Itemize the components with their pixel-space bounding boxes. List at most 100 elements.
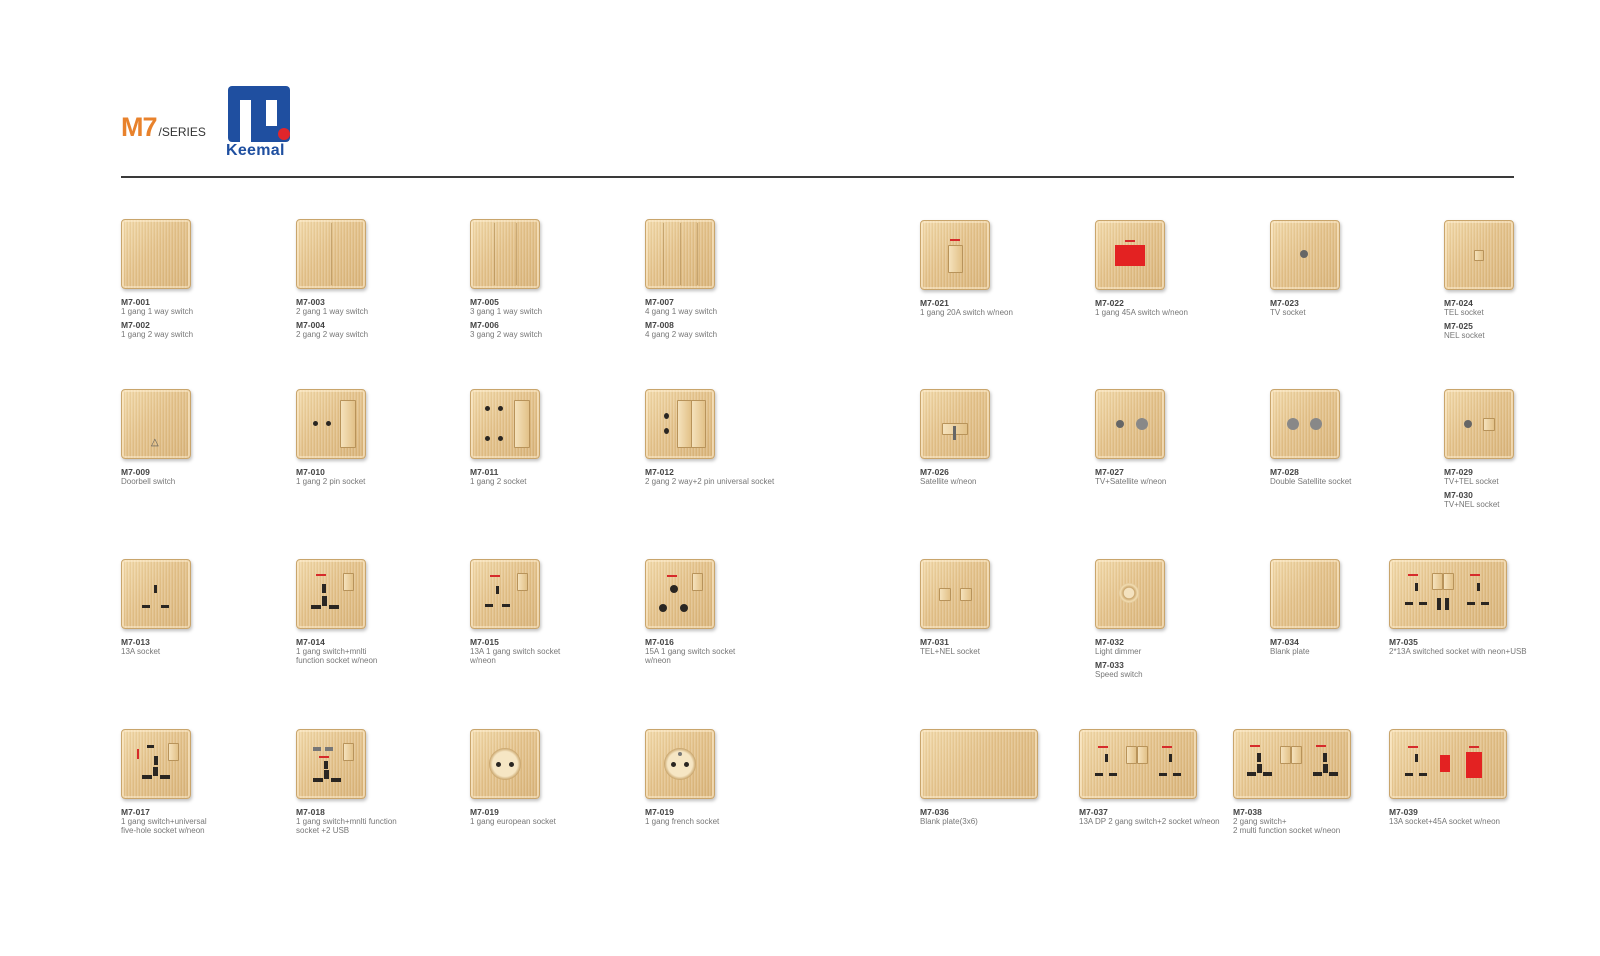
product-desc: five-hole socket w/neon [121,826,205,835]
switch-45a-neon-icon [1095,220,1165,290]
tv-tel-socket-icon [1444,389,1514,459]
product-code: M7-012 [645,467,674,477]
blank-plate-3x6-icon [920,729,1038,799]
tel-socket-icon [1444,220,1514,290]
socket-2-pin-icon [296,389,366,459]
switch-socket-13a-icon [470,559,540,629]
product-code: M7-009 [121,467,150,477]
product-desc: 13A 1 gang switch socket [470,647,561,656]
product-desc: NEL socket [1444,331,1485,340]
product-code: M7-033 [1095,660,1124,670]
double-switch-multi-socket-icon [1233,729,1351,799]
product-desc: 4 gang 2 way switch [645,330,718,339]
product-m7-005: M7-005 3 gang 1 way switch M7-006 3 gang… [470,219,542,339]
product-desc: 2 gang 2 way+2 pin universal socket [645,477,775,486]
product-desc: 1 gang 2 way switch [121,330,194,339]
product-desc: socket +2 USB [296,826,350,835]
series-code: M7 [121,112,158,142]
product-code: M7-024 [1444,298,1473,308]
product-desc: 2*13A switched socket with neon+USB [1389,647,1527,656]
product-desc: 13A socket [121,647,161,656]
product-code: M7-035 [1389,637,1418,647]
blank-plate-icon [1270,559,1340,629]
product-code: M7-006 [470,320,499,330]
product-desc: Satellite w/neon [920,477,977,486]
product-desc: 2 gang 1 way switch [296,307,369,316]
brand-logo: Keemal [226,86,298,162]
product-code: M7-025 [1444,321,1473,331]
product-code: M7-010 [296,467,325,477]
product-m7-014: M7-014 1 gang switch+mnlti function sock… [296,559,377,665]
product-code: M7-007 [645,297,674,307]
product-desc: function socket w/neon [296,656,378,665]
product-code: M7-023 [1270,298,1299,308]
product-desc: 1 gang switch+mnlti [296,647,367,656]
product-m7-003: M7-003 2 gang 1 way switch M7-004 2 gang… [296,219,368,339]
product-m7-001: M7-001 1 gang 1 way switch M7-002 1 gang… [121,219,193,339]
product-desc: w/neon [470,656,496,665]
product-m7-036: M7-036 Blank plate(3x6) [920,729,1038,826]
product-code: M7-005 [470,297,499,307]
product-code: M7-008 [645,320,674,330]
product-m7-021: M7-021 1 gang 20A switch w/neon [920,220,1013,317]
product-m7-035: M7-035 2*13A switched socket with neon+U… [1389,559,1527,656]
light-dimmer-icon [1095,559,1165,629]
product-code: M7-013 [121,637,150,647]
logo-dot-icon [278,128,290,140]
product-desc: 2 multi function socket w/neon [1233,826,1341,835]
product-desc: 15A 1 gang switch socket [645,647,736,656]
product-code: M7-011 [470,467,499,477]
switch-multi-socket-usb-icon [296,729,366,799]
product-m7-019-european: M7-019 1 gang european socket [470,729,556,826]
product-code: M7-038 [1233,807,1262,817]
double-satellite-socket-icon [1270,389,1340,459]
product-m7-011: M7-011 1 gang 2 socket [470,389,540,486]
product-code: M7-031 [920,637,949,647]
switch-4-gang-icon [645,219,715,289]
product-m7-013: M7-013 13A socket [121,559,191,656]
tv-satellite-socket-icon [1095,389,1165,459]
product-desc: 13A socket+45A socket w/neon [1389,817,1500,826]
product-code: M7-016 [645,637,674,647]
product-code: M7-017 [121,807,150,817]
product-desc: 3 gang 1 way switch [470,307,543,316]
series-label: /SERIES [158,125,206,139]
product-code: M7-001 [121,297,150,307]
product-m7-024: M7-024 TEL socket M7-025 NEL socket [1444,220,1514,340]
series-title: M7/SERIES [121,112,206,143]
switch-socket-15a-icon [645,559,715,629]
product-m7-019-french: M7-019 1 gang french socket [645,729,719,826]
double-socket-usb-icon [1389,559,1507,629]
product-desc: 1 gang switch+mnlti function [296,817,397,826]
product-m7-032: M7-032 Light dimmer M7-033 Speed switch [1095,559,1165,679]
product-code: M7-027 [1095,467,1124,477]
product-m7-016: M7-016 15A 1 gang switch socket w/neon [645,559,735,665]
product-m7-028: M7-028 Double Satellite socket [1270,389,1351,486]
european-socket-icon [470,729,540,799]
product-desc: 2 gang switch+ [1233,817,1287,826]
product-m7-027: M7-027 TV+Satellite w/neon [1095,389,1166,486]
product-m7-026: M7-026 Satellite w/neon [920,389,990,486]
product-code: M7-021 [920,298,949,308]
product-code: M7-015 [470,637,499,647]
product-code: M7-032 [1095,637,1124,647]
header-divider [121,176,1514,178]
product-desc: TV+NEL socket [1444,500,1500,509]
switch-1-gang-icon [121,219,191,289]
product-m7-009: △ M7-009 Doorbell switch [121,389,191,486]
product-code: M7-019 [645,807,674,817]
product-m7-038: M7-038 2 gang switch+ 2 multi function s… [1233,729,1351,835]
product-code: M7-036 [920,807,949,817]
product-desc: 1 gang 20A switch w/neon [920,308,1013,317]
product-desc: 1 gang switch+universal [121,817,207,826]
brand-name: Keemal [226,142,285,159]
product-code: M7-019 [470,807,499,817]
switch-2-gang-icon [296,219,366,289]
product-code: M7-002 [121,320,150,330]
product-desc: 13A DP 2 gang switch+2 socket w/neon [1079,817,1220,826]
french-socket-icon [645,729,715,799]
product-desc: Blank plate [1270,647,1310,656]
product-m7-034: M7-034 Blank plate [1270,559,1340,656]
socket-13a-icon [121,559,191,629]
product-desc: TV+Satellite w/neon [1095,477,1167,486]
